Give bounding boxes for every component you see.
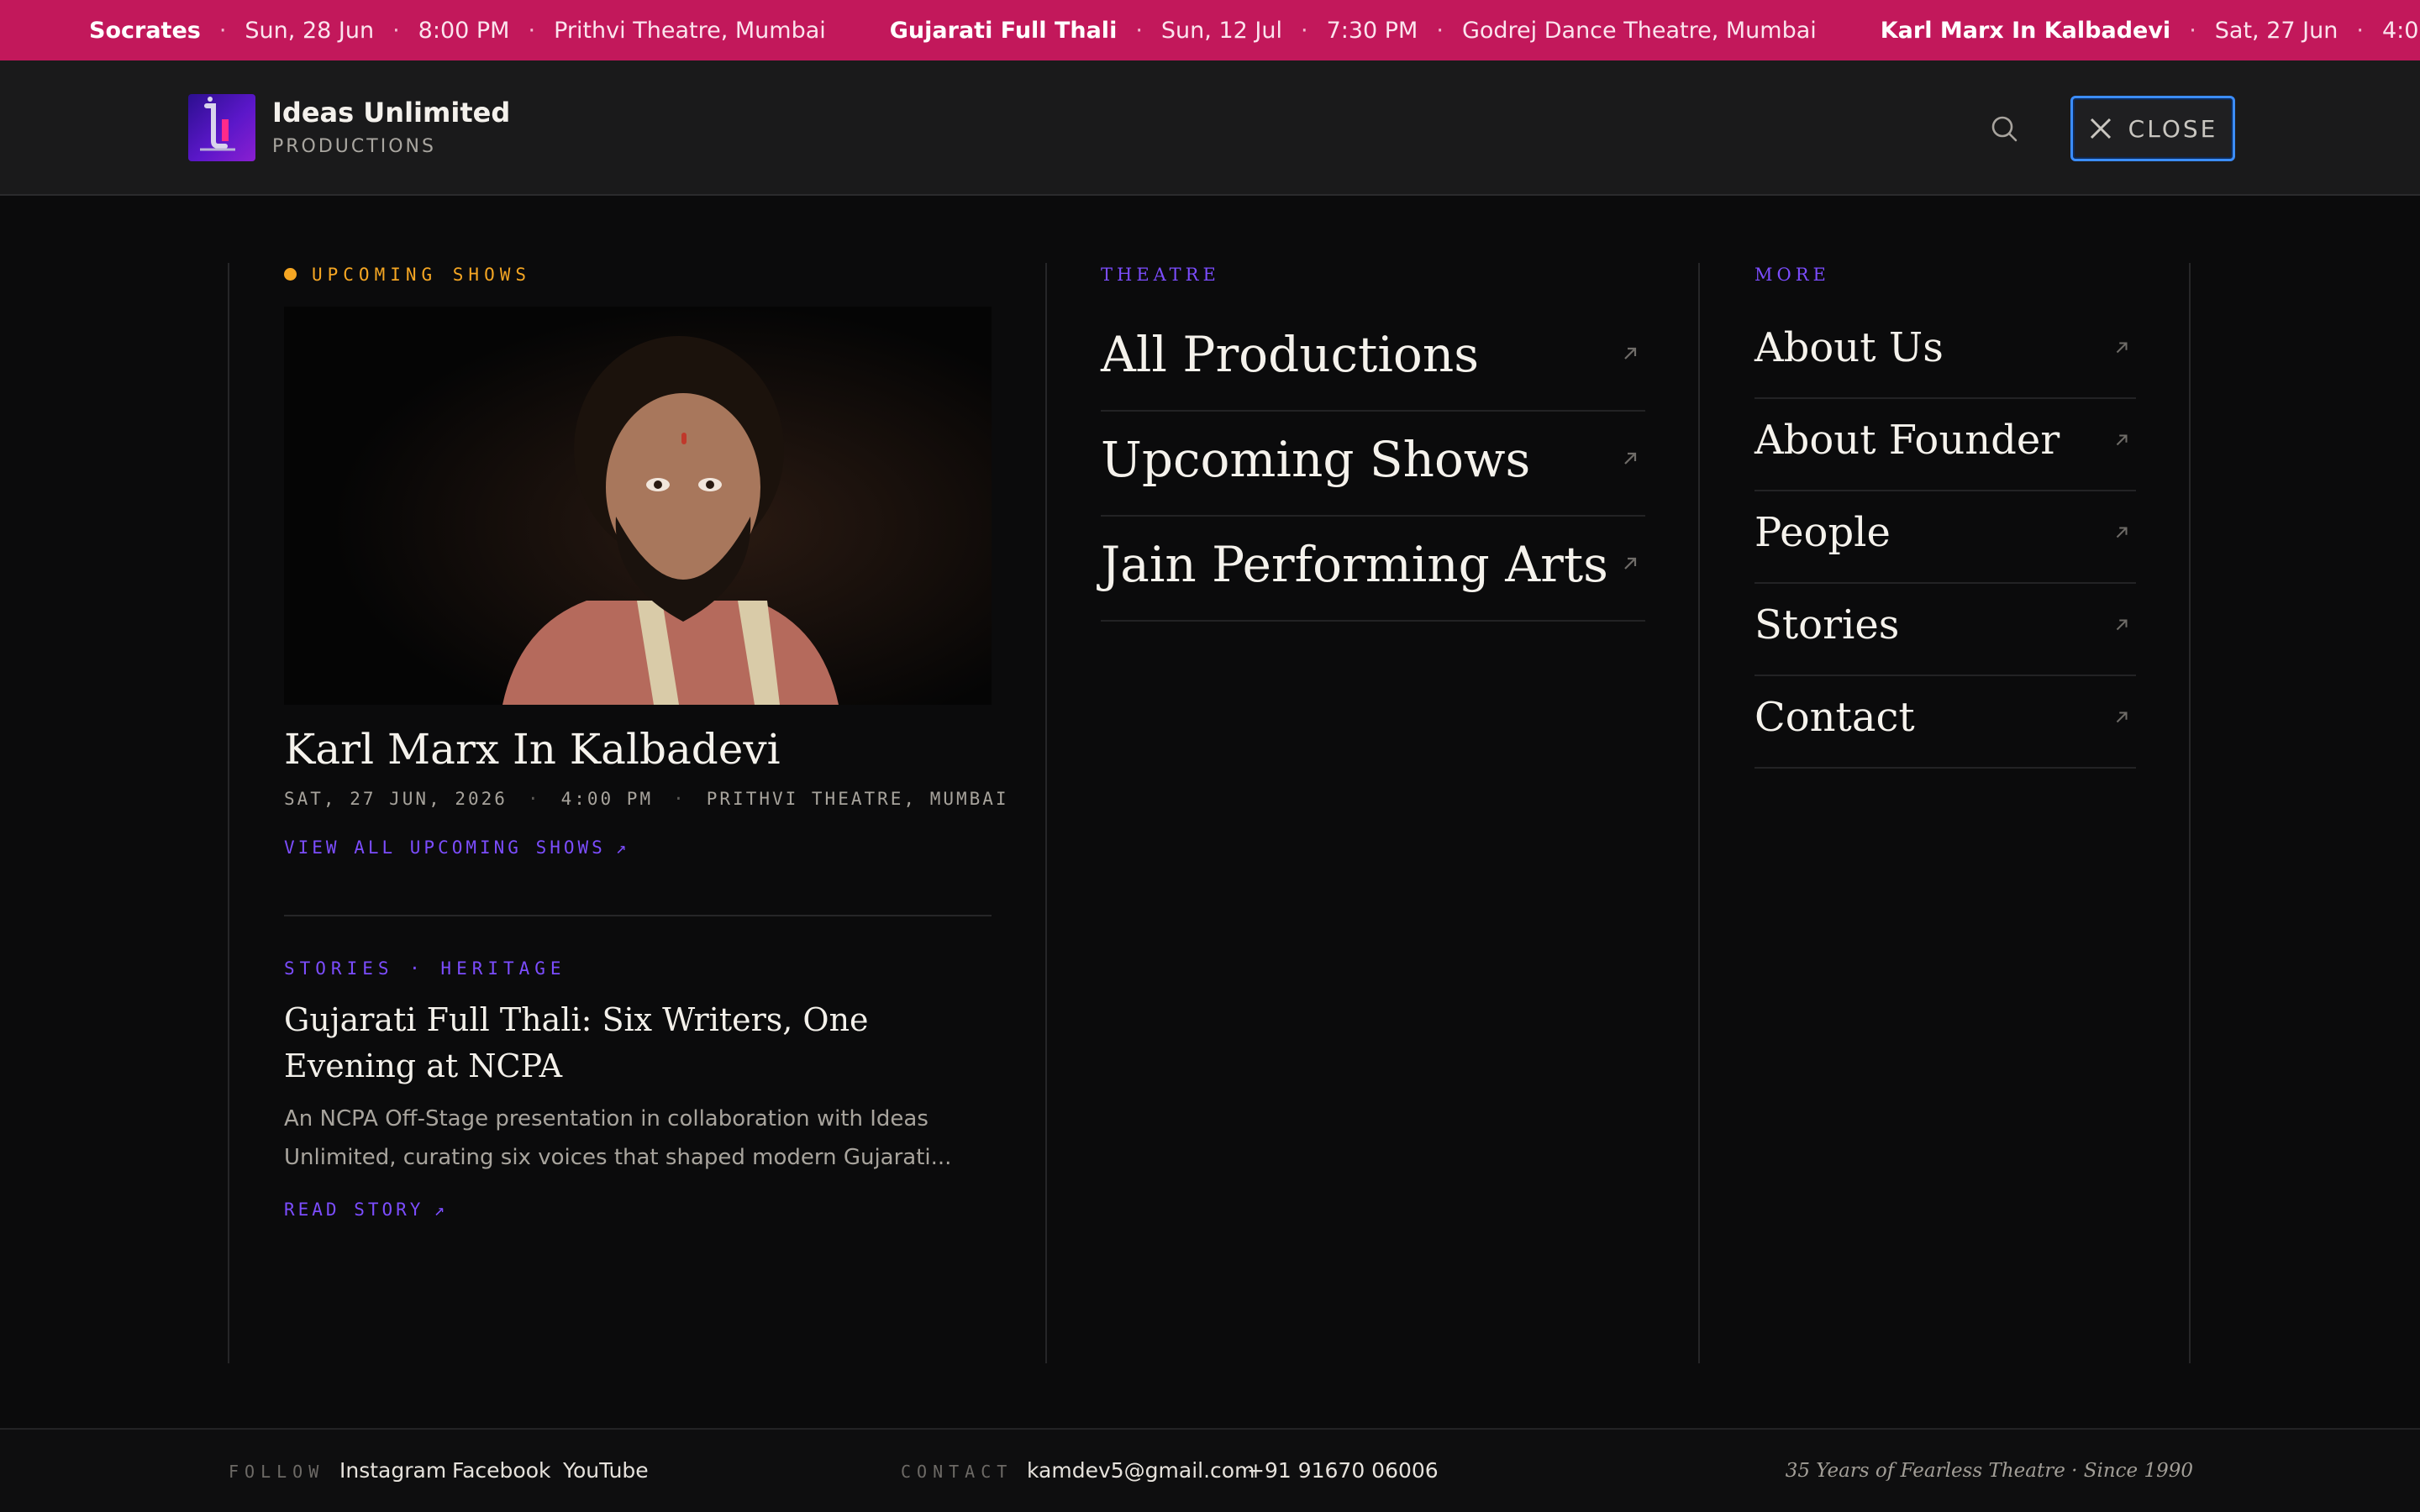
show-ticker: Socrates · Sun, 28 Jun · 8:00 PM · Prith… <box>0 0 2420 60</box>
arrow-up-right-icon <box>1624 452 1637 465</box>
brand-logo[interactable] <box>188 94 255 161</box>
arrow-up-right-icon: ↗ <box>434 1200 449 1220</box>
more-label: MORE <box>1754 265 1830 285</box>
show-meta: SAT, 27 JUN, 2026 · 4:00 PM · PRITHVI THEATR… <box>284 789 1009 809</box>
story-excerpt: An NCPA Off-Stage presentation in collab… <box>284 1106 952 1170</box>
read-story-link[interactable]: READ STORY ↗ <box>284 1200 448 1220</box>
brand-subtitle: PRODUCTIONS <box>272 136 436 157</box>
close-icon <box>2090 118 2111 139</box>
close-menu-button[interactable]: CLOSE <box>2070 96 2235 161</box>
ticker-title: Gujarati Full Thali <box>889 17 1118 44</box>
divider <box>284 915 992 916</box>
nav-item-all-productions[interactable]: All Productions <box>1101 307 1645 412</box>
ticker-date: Sun, 28 Jun <box>245 17 375 44</box>
show-title[interactable]: Karl Marx In Kalbadevi <box>284 725 781 774</box>
instagram-link[interactable]: Instagram <box>339 1458 446 1483</box>
show-date: SAT, 27 JUN, 2026 <box>284 789 508 809</box>
email-link[interactable]: kamdev5@gmail.com <box>1027 1458 1255 1483</box>
story-title[interactable]: Gujarati Full Thali: Six Writers, One Ev… <box>284 997 998 1089</box>
column-divider <box>1045 263 1047 1363</box>
ticker-item[interactable]: Gujarati Full Thali · Sun, 12 Jul · 7:30… <box>890 18 1817 44</box>
more-nav: About Us About Founder People Stories Co… <box>1754 307 2136 769</box>
nav-item-about-founder[interactable]: About Founder <box>1754 399 2136 491</box>
ticker-date: Sat, 27 Jun <box>2214 17 2338 44</box>
arrow-up-right-icon <box>2116 434 2128 446</box>
menu-overlay: UPCOMING SHOWS Karl Marx In Kalbadevi SA… <box>0 197 2420 1428</box>
nav-item-label: Upcoming Shows <box>1101 431 1531 488</box>
ticker-venue: Godrej Dance Theatre, Mumbai <box>1461 17 1817 44</box>
arrow-up-right-icon <box>1624 557 1637 570</box>
ticker-title: Karl Marx In Kalbadevi <box>1880 17 2171 44</box>
phone-link[interactable]: +91 91670 06006 <box>1247 1458 1439 1483</box>
theatre-label: THEATRE <box>1101 265 1220 285</box>
arrow-up-right-icon <box>2116 342 2128 354</box>
nav-item-label: About Founder <box>1754 417 2060 464</box>
ticker-separator: · <box>218 17 227 44</box>
follow-label: FOLLOW <box>229 1462 325 1482</box>
column-divider <box>228 263 229 1363</box>
ticker-venue: Prithvi Theatre, Mumbai <box>554 17 826 44</box>
ticker-time: 4:00 PM <box>2381 17 2420 44</box>
tagline: 35 Years of Fearless Theatre · Since 199… <box>1785 1460 2193 1482</box>
ticker-time: 8:00 PM <box>418 17 510 44</box>
ticker-date: Sun, 12 Jul <box>1160 17 1282 44</box>
nav-item-label: All Productions <box>1101 326 1479 383</box>
arrow-up-right-icon <box>2116 527 2128 538</box>
show-image[interactable] <box>284 307 992 705</box>
arrow-up-right-icon <box>2116 619 2128 631</box>
status-dot <box>284 267 297 281</box>
ticker-time: 7:30 PM <box>1326 17 1418 44</box>
facebook-link[interactable]: Facebook <box>452 1458 550 1483</box>
ticker-title: Socrates <box>89 17 201 44</box>
story-tags: STORIES · HERITAGE <box>284 958 566 979</box>
nav-item-label: Stories <box>1754 601 1900 648</box>
menu-footer: FOLLOW Instagram Facebook YouTube CONTAC… <box>0 1428 2420 1512</box>
search-icon <box>1991 116 2018 142</box>
youtube-link[interactable]: YouTube <box>563 1458 649 1483</box>
close-label: CLOSE <box>2128 114 2218 143</box>
ticker-separator: · <box>1436 17 1444 44</box>
nav-item-people[interactable]: People <box>1754 491 2136 584</box>
ticker-separator: · <box>392 17 400 44</box>
view-all-upcoming-link[interactable]: VIEW ALL UPCOMING SHOWS ↗ <box>284 837 629 858</box>
site-header: Ideas Unlimited PRODUCTIONS CLOSE <box>0 60 2420 196</box>
arrow-up-right-icon <box>2116 711 2128 723</box>
arrow-up-right-icon <box>1624 347 1637 360</box>
nav-item-label: Jain Performing Arts <box>1101 536 1608 593</box>
performer-portrait-image <box>284 307 992 705</box>
ticker-separator: · <box>2189 17 2196 44</box>
search-button[interactable] <box>1985 109 2023 148</box>
nav-item-about-us[interactable]: About Us <box>1754 307 2136 399</box>
nav-item-contact[interactable]: Contact <box>1754 676 2136 769</box>
nav-item-jain-performing-arts[interactable]: Jain Performing Arts <box>1101 517 1645 622</box>
show-time: 4:00 PM <box>560 789 654 809</box>
logo-iu-icon <box>200 97 235 151</box>
theatre-nav: All Productions Upcoming Shows Jain Perf… <box>1101 307 1645 622</box>
nav-item-label: People <box>1754 509 1891 556</box>
contact-label: CONTACT <box>901 1462 1013 1482</box>
column-divider <box>2189 263 2191 1363</box>
ticker-item[interactable]: Socrates · Sun, 28 Jun · 8:00 PM · Prith… <box>89 18 826 44</box>
ticker-separator: · <box>528 17 536 44</box>
show-venue: PRITHVI THEATRE, MUMBAI <box>706 789 1009 809</box>
ticker-separator: · <box>1300 17 1308 44</box>
nav-item-stories[interactable]: Stories <box>1754 584 2136 676</box>
ticker-separator: · <box>2356 17 2364 44</box>
nav-item-label: Contact <box>1754 694 1915 741</box>
upcoming-shows-label: UPCOMING SHOWS <box>284 265 531 285</box>
nav-item-label: About Us <box>1754 324 1944 371</box>
arrow-up-right-icon: ↗ <box>615 837 630 858</box>
column-divider <box>1698 263 1700 1363</box>
ticker-separator: · <box>1135 17 1143 44</box>
brand-name[interactable]: Ideas Unlimited <box>272 97 510 129</box>
ticker-item[interactable]: Karl Marx In Kalbadevi · Sat, 27 Jun · 4… <box>1881 18 2420 44</box>
nav-item-upcoming-shows[interactable]: Upcoming Shows <box>1101 412 1645 517</box>
